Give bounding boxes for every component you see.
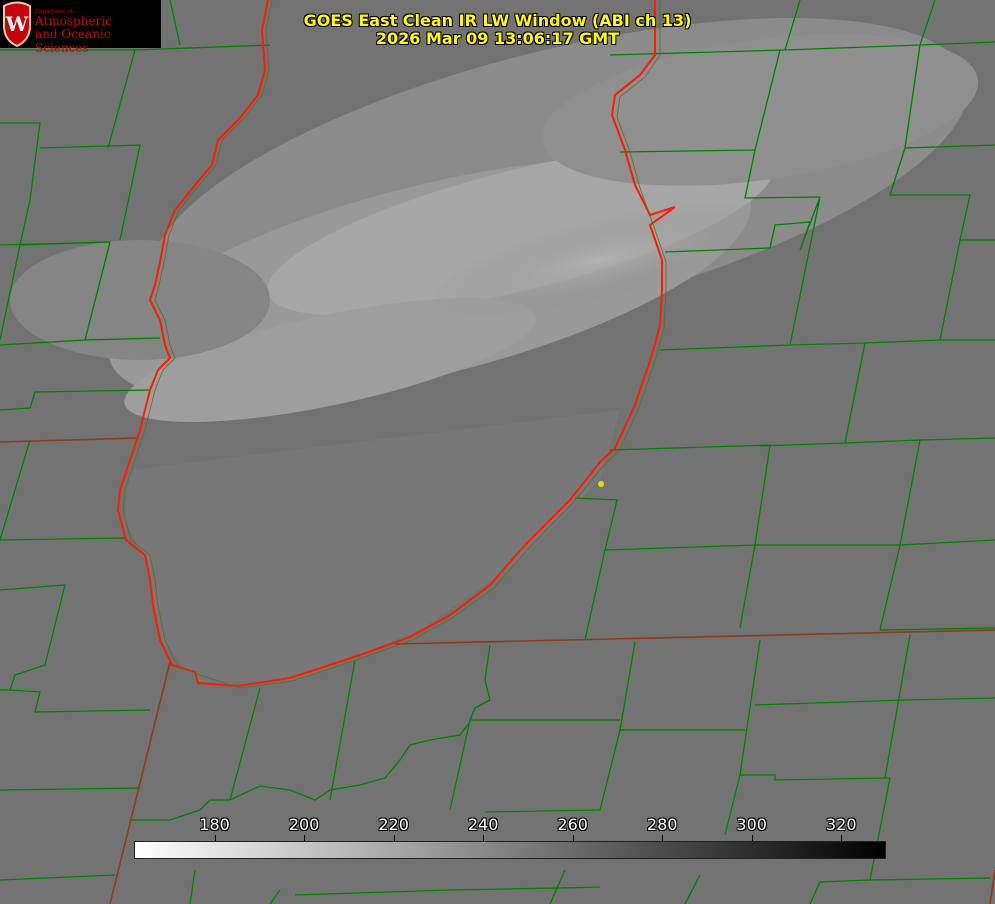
colorbar-tick-label: 320	[825, 815, 857, 834]
colorbar-tick-label: 220	[378, 815, 409, 834]
colorbar-tick-label: 280	[646, 815, 678, 834]
colorbar-tick-mark	[841, 835, 843, 841]
map-title: GOES East Clean IR LW Window (ABI ch 13)	[303, 11, 692, 30]
colorbar-tick-label: 260	[557, 815, 588, 834]
colorbar-tick-mark	[572, 835, 574, 841]
colorbar-tick-mark	[214, 835, 216, 841]
map-canvas	[0, 0, 995, 904]
colorbar-tick-mark	[393, 835, 395, 841]
colorbar-tick-mark	[304, 835, 306, 841]
colorbar-tick-mark	[751, 835, 753, 841]
colorbar-tick-mark	[483, 835, 485, 841]
colorbar-tick-label: 200	[288, 815, 320, 834]
satellite-map: W Department of Atmospheric and Oceanic …	[0, 0, 995, 904]
colorbar-tick-label: 300	[736, 815, 767, 834]
location-marker	[598, 481, 604, 487]
colorbar-tick-label: 180	[199, 815, 230, 834]
colorbar-tick-label: 240	[467, 815, 499, 834]
map-timestamp: 2026 Mar 09 13:06:17 GMT	[375, 29, 620, 48]
colorbar-tick-mark	[662, 835, 664, 841]
temperature-colorbar	[134, 841, 886, 859]
